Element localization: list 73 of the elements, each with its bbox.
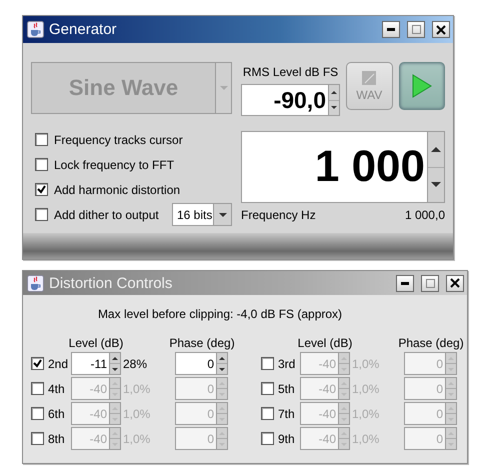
percent-label: 1,0% [351, 406, 380, 420]
harmonic-label: 9th [278, 432, 295, 446]
percent-label: 1,0% [351, 432, 380, 446]
checkbox[interactable] [261, 432, 274, 445]
cup-icon [27, 21, 44, 38]
percent-label: 1,0% [122, 406, 152, 420]
column-header: Phase (deg) [169, 336, 235, 350]
down-arrow-icon[interactable] [331, 106, 337, 110]
window-title: Generator [49, 21, 118, 38]
minimize-button[interactable] [382, 21, 400, 38]
bits-dropdown[interactable]: 16 bits [172, 203, 232, 226]
maximize-icon [412, 25, 420, 34]
option-label: Lock frequency to FFT [54, 158, 174, 172]
checkbox[interactable] [35, 208, 48, 221]
maximize-button[interactable] [407, 21, 425, 38]
checkbox[interactable] [31, 357, 44, 370]
percent-label: 1,0% [122, 382, 152, 396]
play-icon [410, 73, 433, 99]
down-arrow-icon[interactable] [431, 182, 441, 188]
rms-level-label: RMS Level dB FS [242, 65, 338, 79]
option-label: Frequency tracks cursor [54, 132, 183, 146]
checkbox[interactable] [35, 158, 48, 171]
close-button[interactable] [432, 21, 450, 38]
checkbox[interactable] [261, 357, 274, 370]
option-label: Add dither to output [54, 208, 159, 222]
up-arrow-icon[interactable] [112, 356, 118, 360]
percent-label: 28% [122, 356, 148, 370]
window-title: Distortion Controls [49, 274, 174, 292]
checkbox[interactable] [35, 133, 48, 146]
frequency-label: Frequency Hz [241, 208, 316, 222]
maximize-icon [426, 278, 434, 288]
harmonic-label: 6th [48, 406, 65, 420]
percent-label: 1,0% [122, 432, 152, 446]
rms-level-field[interactable]: -90,0 [241, 84, 340, 116]
harmonic-label: 4th [48, 382, 65, 396]
level-field[interactable]: -11 [71, 352, 121, 375]
option-label: Add harmonic distortion [54, 182, 180, 196]
column-header: Level (dB) [298, 336, 352, 350]
down-arrow-icon[interactable] [112, 368, 118, 370]
frequency-field[interactable]: 1 000 [241, 131, 445, 203]
maximize-button[interactable] [421, 274, 439, 292]
checkbox[interactable] [35, 183, 48, 196]
minimize-icon [387, 28, 395, 31]
checkbox[interactable] [261, 382, 274, 395]
up-arrow-icon[interactable] [431, 146, 441, 152]
column-header: Level (dB) [68, 336, 124, 350]
percent-label: 1,0% [351, 356, 380, 370]
play-button[interactable] [398, 62, 445, 110]
minimize-button[interactable] [396, 274, 414, 292]
percent-label: 1,0% [351, 382, 380, 396]
up-arrow-icon[interactable] [331, 90, 337, 94]
up-arrow-icon[interactable] [219, 356, 225, 360]
frequency-reading: 1 000,0 [404, 208, 445, 222]
close-icon [450, 278, 460, 288]
harmonic-label: 3rd [278, 356, 296, 370]
clipping-note: Max level before clipping: -4,0 dB FS (approx) [96, 307, 344, 321]
file-icon [362, 70, 376, 84]
minimize-icon [401, 282, 409, 284]
column-header: Phase (deg) [398, 336, 464, 350]
harmonic-label: 7th [278, 406, 295, 420]
checkbox[interactable] [31, 382, 44, 395]
harmonic-label: 2nd [48, 356, 68, 370]
harmonic-label: 5th [278, 382, 295, 396]
cup-icon [27, 274, 44, 292]
down-arrow-icon[interactable] [219, 368, 225, 370]
harmonic-label: 8th [48, 432, 65, 446]
caret-icon[interactable] [218, 212, 226, 216]
close-icon [436, 24, 446, 34]
checkbox[interactable] [261, 407, 274, 420]
checkbox[interactable] [31, 432, 44, 445]
close-button[interactable] [446, 274, 464, 292]
phase-field[interactable]: 0 [175, 352, 228, 375]
checkbox[interactable] [31, 407, 44, 420]
